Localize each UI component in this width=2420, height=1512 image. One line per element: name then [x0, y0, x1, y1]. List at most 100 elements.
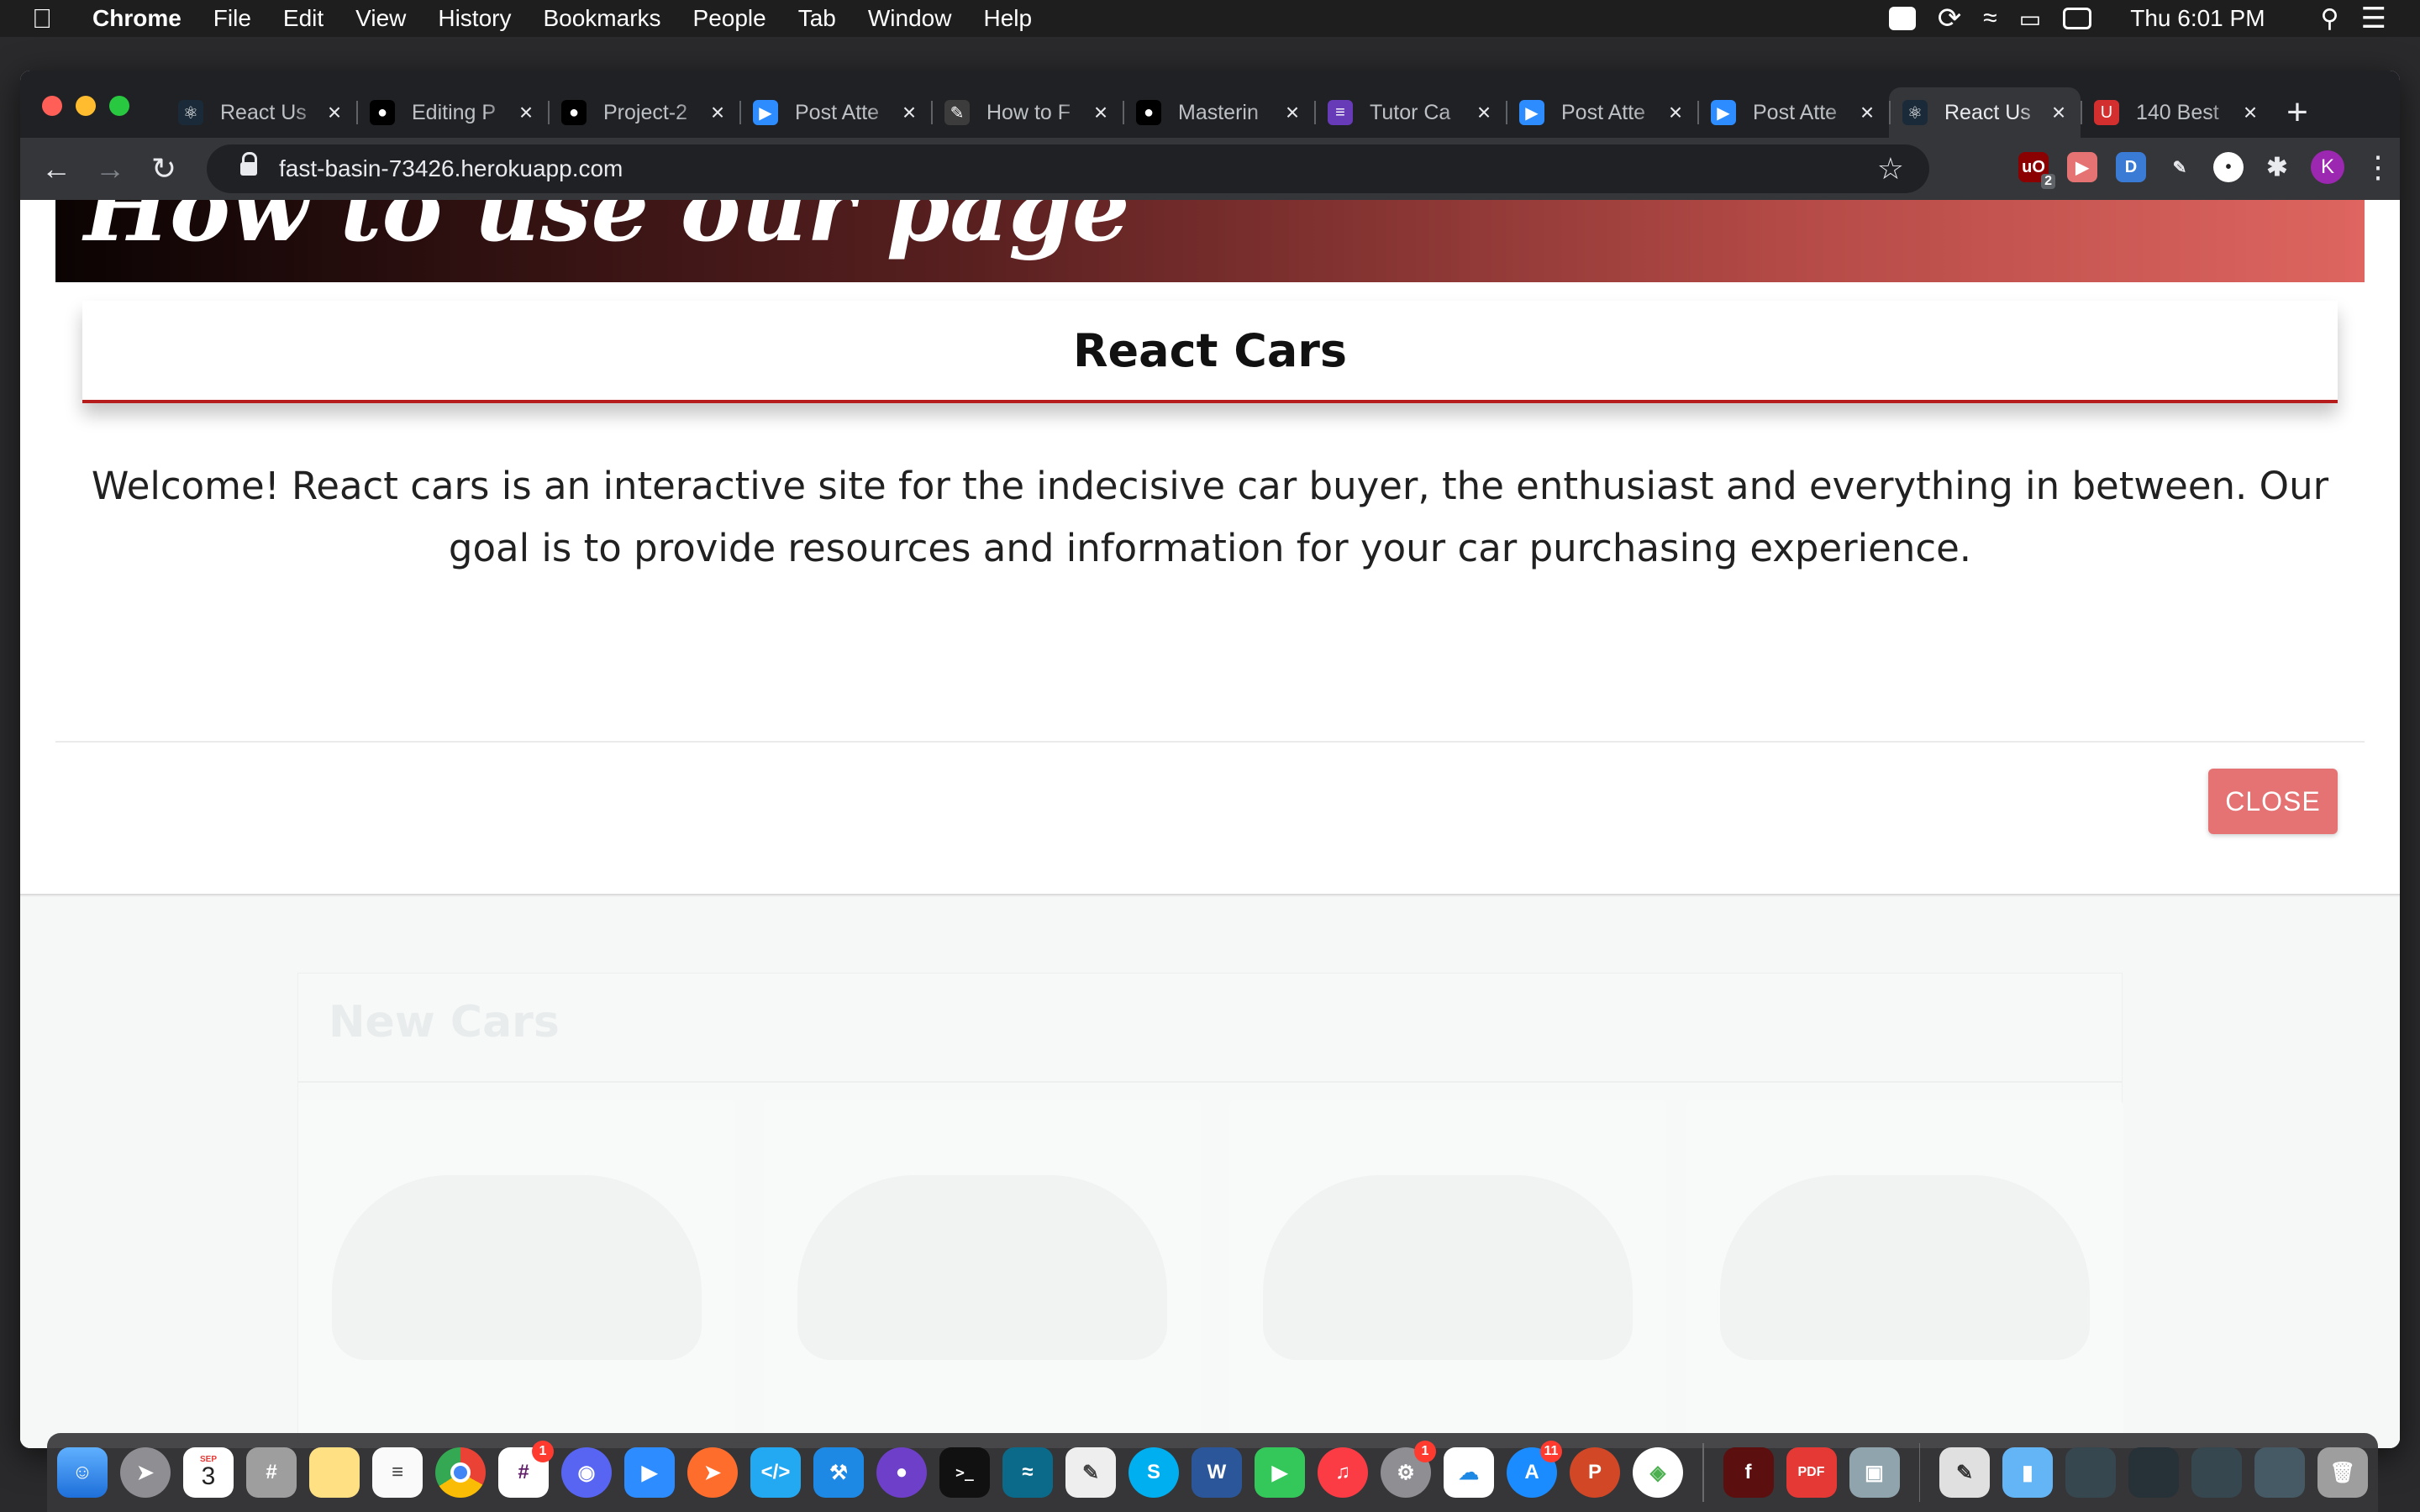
browser-tab[interactable]: ▶ Post Atte × [1506, 87, 1697, 138]
xcode-icon[interactable]: ⚒ [813, 1447, 864, 1498]
reload-button[interactable]: ↻ [146, 151, 182, 186]
tab-close-icon[interactable]: × [708, 99, 728, 126]
notification-center-icon[interactable]: ☰ [2361, 2, 2386, 35]
postman-icon[interactable]: ➤ [687, 1447, 738, 1498]
tab-close-icon[interactable]: × [1857, 99, 1877, 126]
window-thumbnail-icon[interactable] [2254, 1447, 2305, 1498]
car-card[interactable] [1686, 1100, 2123, 1444]
apple-menu-icon[interactable]:  [32, 3, 64, 34]
system-preferences-icon[interactable]: ⚙ 1 [1381, 1441, 1436, 1498]
airplay-icon[interactable]: ▭ [2019, 5, 2041, 33]
itunes-icon[interactable]: ♫ [1318, 1447, 1368, 1498]
menu-chrome[interactable]: Chrome [92, 5, 182, 32]
circle-extension-icon[interactable]: • [2213, 152, 2244, 182]
browser-tab[interactable]: ⚛ React Us × [165, 87, 356, 138]
terminal-icon[interactable]: >_ [939, 1447, 990, 1498]
word-icon[interactable]: W [1192, 1447, 1242, 1498]
notes-icon[interactable] [309, 1447, 360, 1498]
menu-people[interactable]: People [693, 5, 766, 32]
tab-close-icon[interactable]: × [324, 99, 345, 126]
icloud-icon[interactable]: ☁ [1444, 1447, 1494, 1498]
calendar-icon[interactable]: SEP 3 [183, 1447, 234, 1498]
close-button[interactable]: CLOSE [2208, 769, 2338, 834]
menu-view[interactable]: View [355, 5, 406, 32]
chrome-icon[interactable] [435, 1447, 486, 1498]
menu-edit[interactable]: Edit [283, 5, 324, 32]
menu-tab[interactable]: Tab [798, 5, 836, 32]
skype-icon[interactable]: S [1128, 1447, 1179, 1498]
screen-recorder-extension-icon[interactable]: ▶ [2067, 152, 2097, 182]
chrome-menu-icon[interactable]: ⋮ [2363, 150, 2393, 185]
vscode-icon[interactable]: </> [750, 1447, 801, 1498]
menu-file[interactable]: File [213, 5, 251, 32]
forward-button[interactable]: → [92, 151, 128, 186]
puzzle-extensions-icon[interactable]: ✱ [2262, 152, 2292, 182]
zoom-icon[interactable]: ▶ [624, 1447, 675, 1498]
browser-tab[interactable]: ▶ Post Atte × [1697, 87, 1889, 138]
menu-clock[interactable]: Thu 6:01 PM [2130, 5, 2265, 32]
address-bar[interactable]: fast-basin-73426.herokuapp.com ☆ [207, 144, 1929, 193]
textedit-icon[interactable]: ✎ [1065, 1447, 1116, 1498]
browser-tab[interactable]: U 140 Best × [2081, 87, 2272, 138]
menu-window[interactable]: Window [868, 5, 952, 32]
zoom-window-button[interactable] [109, 96, 129, 116]
car-card[interactable] [298, 1100, 735, 1444]
tab-close-icon[interactable]: × [1665, 99, 1686, 126]
sync-icon[interactable]: ⟳ [1938, 2, 1962, 35]
back-button[interactable]: ← [39, 151, 74, 186]
battery-icon[interactable] [2063, 8, 2092, 29]
wifi-icon[interactable]: ≈ [1983, 4, 1996, 33]
discord-icon[interactable]: ◉ [561, 1447, 612, 1498]
menu-bookmarks[interactable]: Bookmarks [543, 5, 660, 32]
spotlight-search-icon[interactable]: ⚲ [2321, 4, 2339, 34]
tab-close-icon[interactable]: × [2240, 99, 2260, 126]
browser-tab[interactable]: ● Editing P × [356, 87, 548, 138]
finder-icon[interactable]: ☺ [57, 1447, 108, 1498]
browser-tab[interactable]: ▶ Post Atte × [739, 87, 931, 138]
window-thumbnail-icon[interactable] [2065, 1447, 2116, 1498]
tab-close-icon[interactable]: × [899, 99, 919, 126]
tab-close-icon[interactable]: × [1282, 99, 1302, 126]
flash-icon[interactable]: f [1723, 1447, 1774, 1498]
profile-avatar[interactable]: K [2311, 150, 2344, 184]
close-window-button[interactable] [42, 96, 62, 116]
minimize-window-button[interactable] [76, 96, 96, 116]
url-text[interactable]: fast-basin-73426.herokuapp.com [279, 155, 623, 182]
pen-extension-icon[interactable]: ✎ [2165, 152, 2195, 182]
bookmark-star-icon[interactable]: ☆ [1877, 151, 1904, 186]
browser-tab[interactable]: ● Masterin × [1123, 87, 1314, 138]
app-store-icon[interactable]: A 11 [1507, 1441, 1562, 1498]
zoom-status-icon[interactable] [1888, 7, 1916, 30]
pdf-icon[interactable]: PDF [1786, 1447, 1837, 1498]
calculator-icon[interactable]: # [246, 1447, 297, 1498]
d-extension-icon[interactable]: D [2116, 152, 2146, 182]
ublock-extension-icon[interactable]: uO 2 [2018, 152, 2055, 189]
tab-close-icon[interactable]: × [516, 99, 536, 126]
mysql-workbench-icon[interactable]: ≈ [1002, 1447, 1053, 1498]
folder-icon[interactable]: ▮ [2002, 1447, 2053, 1498]
trash-icon[interactable]: 🗑 [2317, 1447, 2368, 1498]
tab-close-icon[interactable]: × [2049, 99, 2069, 126]
powerpoint-icon[interactable]: P [1570, 1447, 1620, 1498]
tab-close-icon[interactable]: × [1474, 99, 1494, 126]
menu-history[interactable]: History [438, 5, 511, 32]
browser-tab[interactable]: ● Project-2 × [548, 87, 739, 138]
launchpad-icon[interactable]: ➤ [120, 1447, 171, 1498]
window-thumbnail-icon[interactable] [2128, 1447, 2179, 1498]
slack-icon[interactable]: #1 [498, 1441, 554, 1498]
window-thumbnail-icon[interactable] [2191, 1447, 2242, 1498]
document-icon[interactable]: ✎ [1939, 1447, 1990, 1498]
browser-tab[interactable]: ≡ Tutor Ca × [1314, 87, 1506, 138]
tab-close-icon[interactable]: × [1091, 99, 1111, 126]
browser-tab[interactable]: ⚛ React Us × [1889, 87, 2081, 138]
menu-help[interactable]: Help [983, 5, 1032, 32]
car-card[interactable] [1229, 1100, 1666, 1444]
reminders-icon[interactable]: ≡ [372, 1447, 423, 1498]
preview-icon[interactable]: ▣ [1849, 1447, 1900, 1498]
browser-tab[interactable]: ✎ How to F × [931, 87, 1123, 138]
github-desktop-icon[interactable]: ● [876, 1447, 927, 1498]
new-tab-button[interactable]: + [2272, 87, 2323, 138]
car-card[interactable] [764, 1100, 1201, 1444]
facetime-icon[interactable]: ▶ [1255, 1447, 1305, 1498]
mongodb-icon[interactable]: ◈ [1633, 1447, 1683, 1498]
